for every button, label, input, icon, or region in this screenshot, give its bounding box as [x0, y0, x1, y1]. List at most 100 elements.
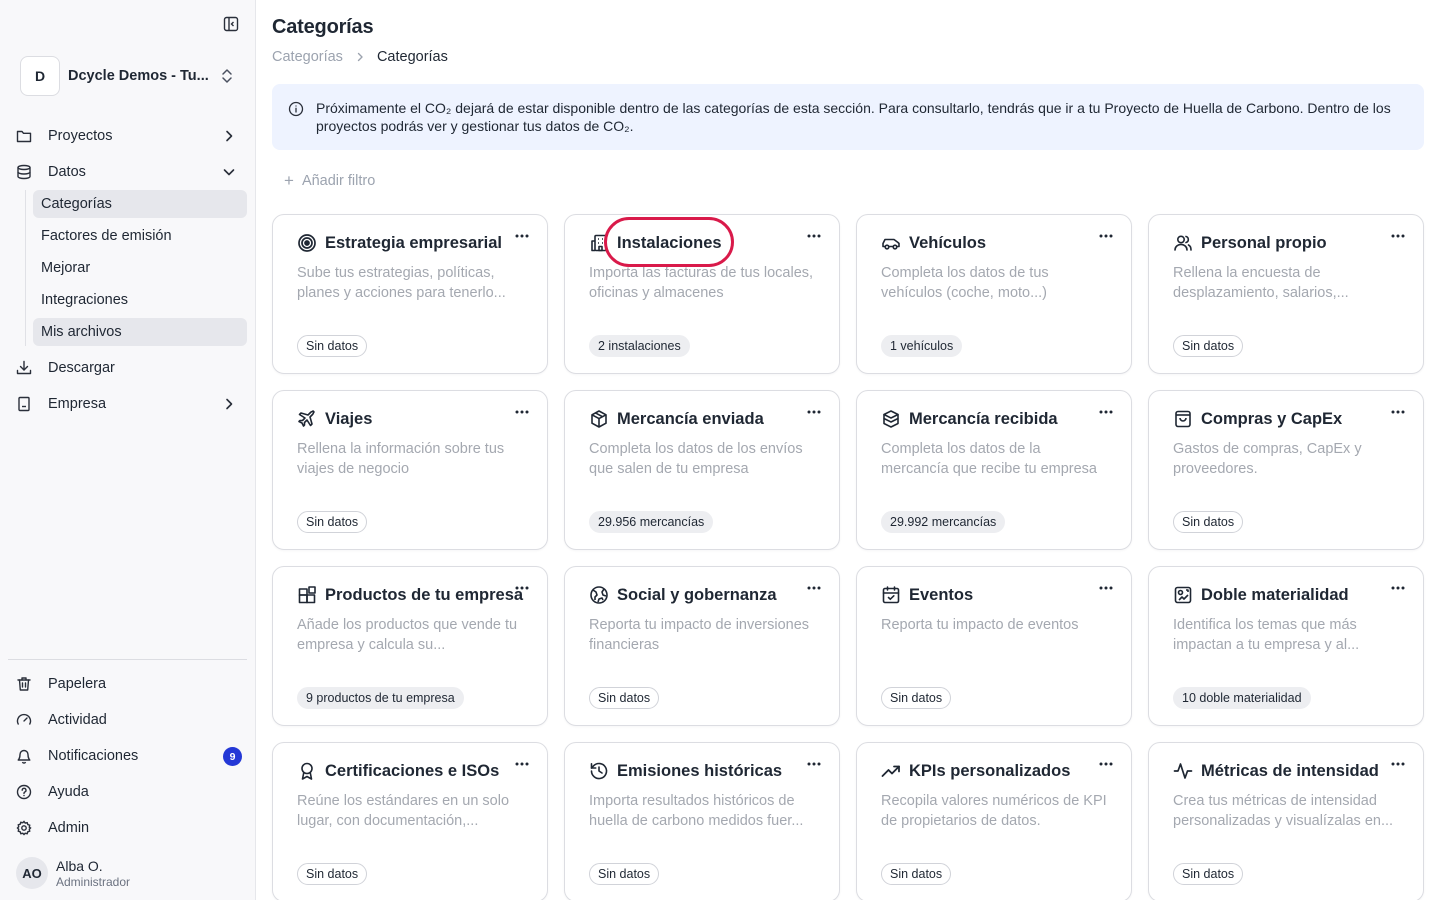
card-header: Emisiones históricas [589, 761, 782, 781]
category-card-productos-de-tu-empresa[interactable]: Productos de tu empresa Añade los product… [272, 566, 548, 726]
card-description: Sube tus estrategias, políticas, planes … [297, 265, 506, 301]
more-options-icon[interactable] [1097, 229, 1115, 243]
status-badge: Sin datos [297, 335, 368, 357]
sidebar-divider [8, 659, 247, 660]
more-options-icon[interactable] [1389, 405, 1407, 419]
category-card-vehiculos[interactable]: Vehículos Completa los datos de tus vehíc… [856, 214, 1132, 374]
status-badge: Sin datos [297, 863, 368, 885]
card-title: Instalaciones [617, 233, 722, 252]
history-icon [589, 761, 609, 781]
nav-descargar[interactable]: Descargar [8, 353, 248, 383]
nav-proyectos[interactable]: Proyectos [8, 121, 248, 151]
card-description: Reporta tu impacto de inversiones financ… [589, 617, 810, 653]
card-header: Certificaciones e ISOs [297, 761, 499, 781]
more-options-icon[interactable] [513, 757, 531, 771]
status-badge: 29.956 mercancías [589, 511, 714, 533]
card-header: Eventos [881, 585, 973, 605]
user-role: Administrador [56, 874, 131, 889]
card-header: Productos de tu empresa [297, 585, 523, 605]
status-badge: Sin datos [1173, 511, 1244, 533]
chevrons-up-down-icon [220, 67, 234, 90]
category-card-compras-y-capex[interactable]: Compras y CapEx Gastos de compras, CapEx … [1148, 390, 1424, 550]
more-options-icon[interactable] [805, 757, 823, 771]
more-options-icon[interactable] [513, 581, 531, 595]
category-card-kpis-personalizados[interactable]: KPIs personalizados Recopila valores numé… [856, 742, 1132, 900]
category-card-personal-propio[interactable]: Personal propio Rellena la encuesta de de… [1148, 214, 1424, 374]
status-badge: 10 doble materialidad [1173, 687, 1311, 709]
category-card-estrategia-empresarial[interactable]: Estrategia empresarial Sube tus estrategi… [272, 214, 548, 374]
car-icon [881, 233, 901, 253]
nav-notificaciones[interactable]: Notificaciones 9 [8, 741, 248, 771]
sidebar-item-categorias[interactable]: Categorías [33, 190, 247, 218]
nav-proyectos-label: Proyectos [48, 128, 113, 144]
nav-papelera[interactable]: Papelera [8, 669, 248, 699]
trending-up-icon [881, 761, 901, 781]
user-name: Alba O. [56, 857, 103, 874]
category-card-certificaciones-e-isos[interactable]: Certificaciones e ISOs Reúne los estándar… [272, 742, 548, 900]
calendar-icon [881, 585, 901, 605]
breadcrumb-current: Categorías [376, 49, 448, 65]
card-title: Personal propio [1201, 233, 1327, 252]
nav-descargar-label: Descargar [48, 360, 115, 376]
more-options-icon[interactable] [1389, 229, 1407, 243]
notifications-count-badge: 9 [223, 747, 242, 766]
more-options-icon[interactable] [513, 405, 531, 419]
more-options-icon[interactable] [1097, 757, 1115, 771]
more-options-icon[interactable] [1389, 757, 1407, 771]
card-header: Mercancía enviada [589, 409, 764, 429]
user-profile[interactable]: AO Alba O. Administrador [16, 856, 246, 890]
nav-actividad[interactable]: Actividad [8, 705, 248, 735]
category-card-social-y-gobernanza[interactable]: Social y gobernanza Reporta tu impacto de… [564, 566, 840, 726]
more-options-icon[interactable] [1097, 405, 1115, 419]
category-card-metricas-de-intensidad[interactable]: Métricas de intensidad Crea tus métricas … [1148, 742, 1424, 900]
card-title: Doble materialidad [1201, 585, 1349, 604]
nav-papelera-label: Papelera [48, 676, 107, 692]
card-description: Completa los datos de tus vehículos (coc… [881, 265, 1049, 301]
sidebar: D Dcycle Demos - Tu... Proyectos Datos C… [0, 0, 256, 900]
status-badge: 2 instalaciones [589, 335, 690, 357]
category-card-viajes[interactable]: Viajes Rellena la información sobre tus v… [272, 390, 548, 550]
category-card-eventos[interactable]: Eventos Reporta tu impacto de eventos Sin … [856, 566, 1132, 726]
breadcrumb-item[interactable]: Categorías [272, 49, 343, 65]
more-options-icon[interactable] [1097, 581, 1115, 595]
more-options-icon[interactable] [805, 229, 823, 243]
card-header: Vehículos [881, 233, 986, 253]
sidebar-item-integraciones[interactable]: Integraciones [33, 286, 247, 314]
card-header: Social y gobernanza [589, 585, 777, 605]
status-badge: Sin datos [1173, 863, 1244, 885]
card-header: Mercancía recibida [881, 409, 1058, 429]
more-options-icon[interactable] [513, 229, 531, 243]
nav-empresa[interactable]: Empresa [8, 389, 248, 419]
category-card-mercancia-enviada[interactable]: Mercancía enviada Completa los datos de l… [564, 390, 840, 550]
sidebar-item-factores-emision[interactable]: Factores de emisión [33, 222, 247, 250]
package-icon [589, 409, 609, 429]
more-options-icon[interactable] [805, 405, 823, 419]
plane-icon [297, 409, 317, 429]
status-badge: Sin datos [589, 863, 660, 885]
more-options-icon[interactable] [1389, 581, 1407, 595]
info-icon [288, 101, 304, 117]
nav-admin[interactable]: Admin [8, 813, 248, 843]
add-filter-button[interactable]: + Añadir filtro [284, 172, 375, 189]
card-title: Viajes [325, 409, 373, 428]
sidebar-item-mis-archivos[interactable]: Mis archivos [33, 318, 247, 346]
sidebar-item-mejorar[interactable]: Mejorar [33, 254, 247, 282]
category-card-mercancia-recibida[interactable]: Mercancía recibida Completa los datos de … [856, 390, 1132, 550]
category-card-instalaciones[interactable]: Instalaciones Importa las facturas de tus… [564, 214, 840, 374]
category-card-doble-materialidad[interactable]: Doble materialidad Identifica los temas q… [1148, 566, 1424, 726]
card-title: Certificaciones e ISOs [325, 761, 500, 780]
nav-datos-label: Datos [48, 164, 86, 180]
card-description: Completa los datos de la mercancía que r… [881, 441, 1097, 477]
materiality-icon [1173, 585, 1193, 605]
category-card-emisiones-historicas[interactable]: Emisiones históricas Importa resultados h… [564, 742, 840, 900]
nav-ayuda[interactable]: Ayuda [8, 777, 248, 807]
org-switcher[interactable]: D Dcycle Demos - Tu... [20, 56, 240, 96]
card-description: Crea tus métricas de intensidad personal… [1173, 793, 1394, 829]
card-title: Mercancía recibida [909, 409, 1058, 428]
collapse-sidebar-icon[interactable] [221, 14, 241, 34]
more-options-icon[interactable] [805, 581, 823, 595]
nav-ayuda-label: Ayuda [48, 784, 89, 800]
nav-datos[interactable]: Datos [8, 157, 248, 187]
card-title: Compras y CapEx [1201, 409, 1343, 428]
blocks-icon [297, 585, 317, 605]
